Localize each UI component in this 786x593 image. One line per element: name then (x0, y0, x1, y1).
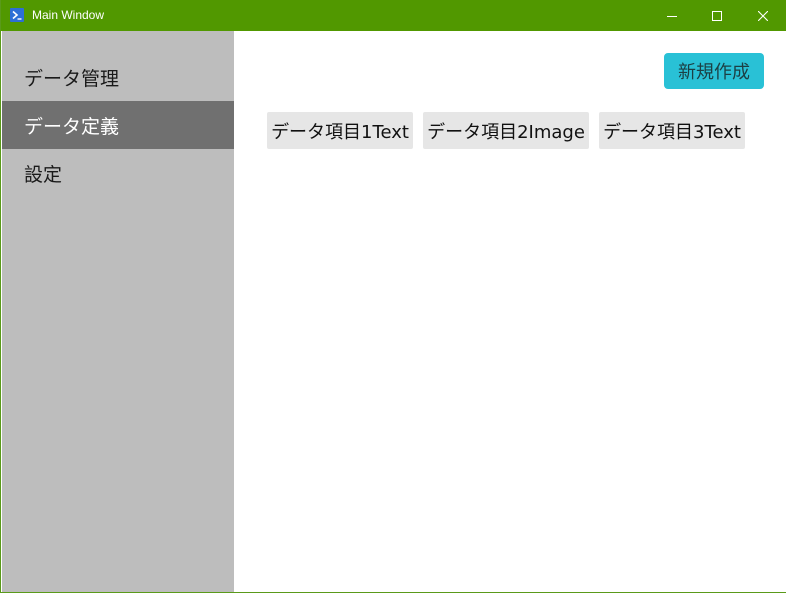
close-button[interactable] (740, 0, 786, 31)
create-new-button[interactable]: 新規作成 (664, 53, 764, 89)
close-icon (758, 10, 768, 21)
sidebar-item-label: 設定 (24, 163, 63, 186)
sidebar-item-data-definition[interactable]: データ定義 (2, 101, 234, 149)
sidebar: データ管理 データ定義 設定 (2, 31, 234, 592)
window-title: Main Window (32, 8, 105, 22)
sidebar-item-label: データ管理 (24, 67, 120, 90)
data-item-button-2[interactable]: データ項目2Image (423, 112, 589, 149)
sidebar-item-data-management[interactable]: データ管理 (2, 53, 234, 101)
minimize-button[interactable] (649, 0, 695, 31)
maximize-icon (712, 10, 722, 21)
maximize-button[interactable] (694, 0, 740, 31)
content-area: 新規作成 データ項目1Text データ項目2Image データ項目3Text (234, 31, 786, 592)
main-window: Main Window データ管理 データ定義 設定 新規作成 データ項目1Te… (0, 0, 786, 593)
data-item-button-3[interactable]: データ項目3Text (599, 112, 745, 149)
data-item-button-1[interactable]: データ項目1Text (267, 112, 413, 149)
title-bar[interactable]: Main Window (1, 0, 786, 31)
powershell-icon (10, 8, 24, 22)
minimize-icon (667, 15, 677, 17)
sidebar-item-label: データ定義 (24, 115, 120, 138)
sidebar-item-settings[interactable]: 設定 (2, 149, 234, 197)
